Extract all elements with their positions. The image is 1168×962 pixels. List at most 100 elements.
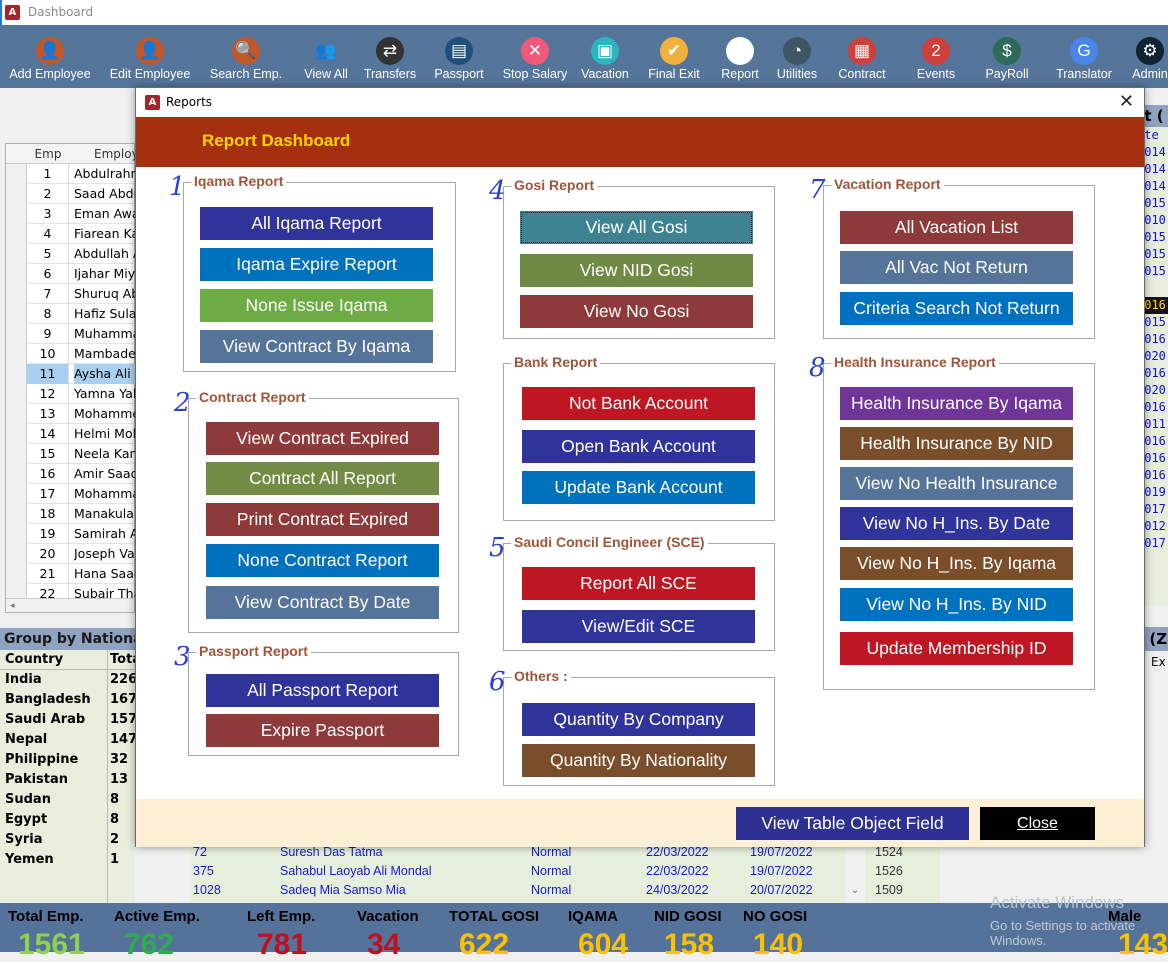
- view-contract-by-iqama-button[interactable]: View Contract By Iqama: [200, 330, 433, 363]
- all-iqama-report-button[interactable]: All Iqama Report: [200, 207, 433, 240]
- toolbar-button-edit-employee[interactable]: 👤 Edit Employee: [100, 25, 200, 88]
- view-contract-by-date-button[interactable]: View Contract By Date: [206, 586, 439, 619]
- nationality-row: Pakistan 13: [0, 770, 135, 790]
- row-selector[interactable]: [6, 444, 27, 464]
- quantity-by-company-button[interactable]: Quantity By Company: [522, 703, 755, 736]
- all-vac-not-return-button[interactable]: All Vac Not Return: [840, 251, 1073, 284]
- table-row[interactable]: 2 Saad Abdu: [6, 184, 136, 204]
- toolbar-button-admin[interactable]: ⚙ Admin: [1100, 25, 1168, 88]
- vertical-scrollbar[interactable]: ⌄: [845, 843, 865, 903]
- criteria-search-not-return-button[interactable]: Criteria Search Not Return: [840, 292, 1073, 325]
- table-row[interactable]: 14 Helmi Mol: [6, 424, 136, 444]
- row-selector[interactable]: [6, 344, 27, 364]
- table-row[interactable]: 10 Mambade: [6, 344, 136, 364]
- row-selector[interactable]: [6, 264, 27, 284]
- view-contract-expired-button[interactable]: View Contract Expired: [206, 422, 439, 455]
- not-bank-account-button[interactable]: Not Bank Account: [522, 387, 755, 420]
- row-selector[interactable]: [6, 284, 27, 304]
- row-selector[interactable]: [6, 224, 27, 244]
- row-selector[interactable]: [6, 184, 27, 204]
- row-selector[interactable]: [6, 524, 27, 544]
- table-row[interactable]: 8 Hafiz Sulai: [6, 304, 136, 324]
- handwritten-number: 4: [489, 176, 506, 206]
- view-no-h-ins-by-iqama-button[interactable]: View No H_Ins. By Iqama: [840, 547, 1073, 580]
- country: Philippine: [5, 752, 79, 767]
- row-selector[interactable]: [6, 204, 27, 224]
- table-row[interactable]: 5 Abdullah A: [6, 244, 136, 264]
- stat-value: 604: [578, 928, 629, 961]
- column-header-emp[interactable]: Emp: [27, 144, 69, 164]
- iqama-expire-report-button[interactable]: Iqama Expire Report: [200, 248, 433, 281]
- table-row[interactable]: 3 Eman Awa: [6, 204, 136, 224]
- view-no-h-ins-by-nid-button[interactable]: View No H_Ins. By NID: [840, 588, 1073, 621]
- table-row[interactable]: 13 Mohamme: [6, 404, 136, 424]
- print-contract-expired-button[interactable]: Print Contract Expired: [206, 503, 439, 536]
- close-button[interactable]: Close: [980, 807, 1095, 840]
- emp-number: 17: [27, 484, 69, 504]
- table-row[interactable]: 18 Manakular: [6, 504, 136, 524]
- table-row[interactable]: 1 Abdulrahn: [6, 164, 136, 184]
- quantity-by-nationality-button[interactable]: Quantity By Nationality: [522, 744, 755, 777]
- table-row[interactable]: 17 Mohamma: [6, 484, 136, 504]
- close-icon[interactable]: ✕: [1119, 91, 1134, 112]
- nationality-row: Nepal 147: [0, 730, 137, 750]
- row-selector[interactable]: [6, 304, 27, 324]
- none-contract-report-button[interactable]: None Contract Report: [206, 544, 439, 577]
- view-no-h-ins-by-date-button[interactable]: View No H_Ins. By Date: [840, 507, 1073, 540]
- all-vacation-list-button[interactable]: All Vacation List: [840, 211, 1073, 244]
- table-row[interactable]: 4 Fiarean Ka: [6, 224, 136, 244]
- table-row[interactable]: 9 Muhamma: [6, 324, 136, 344]
- group-label: Saudi Concil Engineer (SCE): [511, 534, 708, 550]
- health-insurance-by-iqama-button[interactable]: Health Insurance By Iqama: [840, 387, 1073, 420]
- view-no-health-insurance-button[interactable]: View No Health Insurance: [840, 467, 1073, 500]
- table-row[interactable]: 20 Joseph Va: [6, 544, 135, 564]
- column-header-employee[interactable]: Employ: [94, 144, 139, 164]
- open-bank-account-button[interactable]: Open Bank Account: [522, 430, 755, 463]
- view-no-gosi-button[interactable]: View No Gosi: [520, 295, 753, 328]
- nationality-row: Bangladesh 167: [0, 690, 137, 710]
- row-selector[interactable]: [6, 424, 27, 444]
- row-selector[interactable]: [6, 464, 27, 484]
- none-issue-iqama-button[interactable]: None Issue Iqama: [200, 289, 433, 322]
- row-selector[interactable]: [6, 324, 27, 344]
- toolbar-button-add-employee[interactable]: 👤 Add Employee: [0, 25, 100, 88]
- all-passport-report-button[interactable]: All Passport Report: [206, 674, 439, 707]
- horizontal-scrollbar[interactable]: ◂: [6, 598, 134, 612]
- expire-passport-button[interactable]: Expire Passport: [206, 714, 439, 747]
- table-row[interactable]: 11 Aysha Ali: [6, 364, 136, 384]
- row-selector[interactable]: [6, 364, 27, 384]
- update-bank-account-button[interactable]: Update Bank Account: [522, 471, 755, 504]
- row-selector[interactable]: [6, 164, 27, 184]
- table-row[interactable]: 6 Ijahar Miy: [6, 264, 135, 284]
- view-all-gosi-button[interactable]: View All Gosi: [520, 211, 753, 244]
- contract-all-report-button[interactable]: Contract All Report: [206, 462, 439, 495]
- row-selector[interactable]: [6, 384, 27, 404]
- table-row[interactable]: 12 Yamna Yah: [6, 384, 136, 404]
- view-edit-sce-button[interactable]: View/Edit SCE: [522, 610, 755, 643]
- row-selector[interactable]: [6, 404, 27, 424]
- table-row[interactable]: 15 Neela Kan: [6, 444, 136, 464]
- handwritten-number: 5: [489, 533, 506, 563]
- employee-name: Neela Kan: [74, 446, 136, 461]
- report-all-sce-button[interactable]: Report All SCE: [522, 567, 755, 600]
- employee-name: Manakular: [74, 506, 136, 521]
- update-membership-id-button[interactable]: Update Membership ID: [840, 632, 1073, 665]
- row-selector[interactable]: [6, 564, 27, 584]
- passport-icon: ▤: [445, 37, 473, 65]
- view-nid-gosi-button[interactable]: View NID Gosi: [520, 254, 753, 287]
- group-label: Passport Report: [196, 643, 311, 659]
- view-table-object-field-button[interactable]: View Table Object Field: [736, 807, 969, 840]
- dialog-footer: View Table Object Field Close: [136, 799, 1144, 847]
- table-row[interactable]: 375 Sahabul Laoyab Ali Mondal Normal 22/03/…: [190, 862, 940, 881]
- table-row[interactable]: 19 Samirah A: [6, 524, 136, 544]
- row-selector[interactable]: [6, 544, 27, 564]
- table-row[interactable]: 7 Shuruq Ab: [6, 284, 136, 304]
- row-selector[interactable]: [6, 244, 27, 264]
- row-selector[interactable]: [6, 504, 27, 524]
- row-selector[interactable]: [6, 484, 27, 504]
- table-row[interactable]: 21 Hana Saad: [6, 564, 136, 584]
- total: 8: [110, 792, 120, 807]
- table-row[interactable]: 1028 Sadeq Mia Samso Mia Normal 24/03/2022 2…: [190, 881, 940, 900]
- table-row[interactable]: 16 Amir Saad: [6, 464, 136, 484]
- health-insurance-by-nid-button[interactable]: Health Insurance By NID: [840, 427, 1073, 460]
